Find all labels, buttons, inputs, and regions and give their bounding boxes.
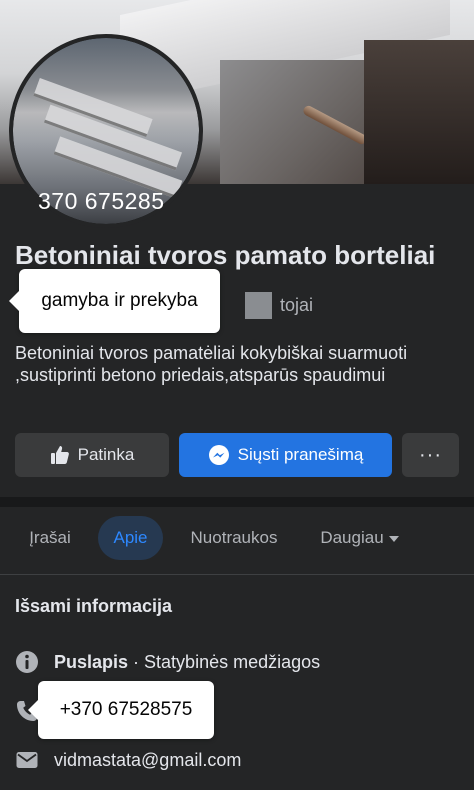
like-button[interactable]: Patinka <box>15 433 169 477</box>
avatar-phone-text: 370 675285 <box>38 188 165 214</box>
category-tooltip-text: gamyba ir prekyba <box>41 290 198 311</box>
category-tooltip: gamyba ir prekyba <box>9 269 220 333</box>
info-icon <box>16 651 38 673</box>
tab-posts[interactable]: Įrašai <box>15 516 85 560</box>
tab-about-label: Apie <box>113 528 148 547</box>
mail-icon <box>16 752 38 768</box>
info-row-page <box>15 650 39 674</box>
phone-number: +370 67528575 <box>59 699 193 720</box>
tab-about[interactable]: Apie <box>98 516 163 560</box>
page-category-info: Puslapis · Statybinės medžiagos <box>54 652 320 673</box>
send-message-button[interactable]: Siųsti pranešimą <box>179 433 392 477</box>
tab-more[interactable]: Daugiau <box>307 516 412 560</box>
category-thumbnail <box>245 292 272 319</box>
page-title: Betoniniai tvoros pamato borteliai <box>15 240 436 270</box>
cover-dark-block <box>364 40 474 184</box>
email-address[interactable]: vidmastata@gmail.com <box>54 750 241 771</box>
messenger-icon <box>208 445 229 465</box>
like-icon <box>50 446 69 464</box>
tab-photos[interactable]: Nuotraukos <box>178 516 290 560</box>
info-row-email[interactable] <box>15 748 39 772</box>
tab-posts-label: Įrašai <box>29 528 71 547</box>
send-message-label: Siųsti pranešimą <box>237 445 364 464</box>
page-label: Puslapis <box>54 652 129 672</box>
section-separator <box>0 497 474 507</box>
page-description: Betoniniai tvoros pamatėliai kokybiškai … <box>15 343 408 385</box>
chevron-down-icon <box>388 536 399 542</box>
phone-tooltip[interactable]: +370 67528575 <box>28 681 214 739</box>
like-button-label: Patinka <box>77 445 135 464</box>
more-options-button[interactable]: ··· <box>402 433 459 477</box>
tabs-divider <box>0 574 474 575</box>
tab-more-label: Daugiau <box>320 528 384 547</box>
more-options-label: ··· <box>419 443 442 466</box>
page-category: · Statybinės medžiagos <box>133 652 321 672</box>
section-title: Išsami informacija <box>15 596 173 616</box>
category-text: tojai <box>280 295 314 315</box>
tab-photos-label: Nuotraukos <box>190 528 278 547</box>
